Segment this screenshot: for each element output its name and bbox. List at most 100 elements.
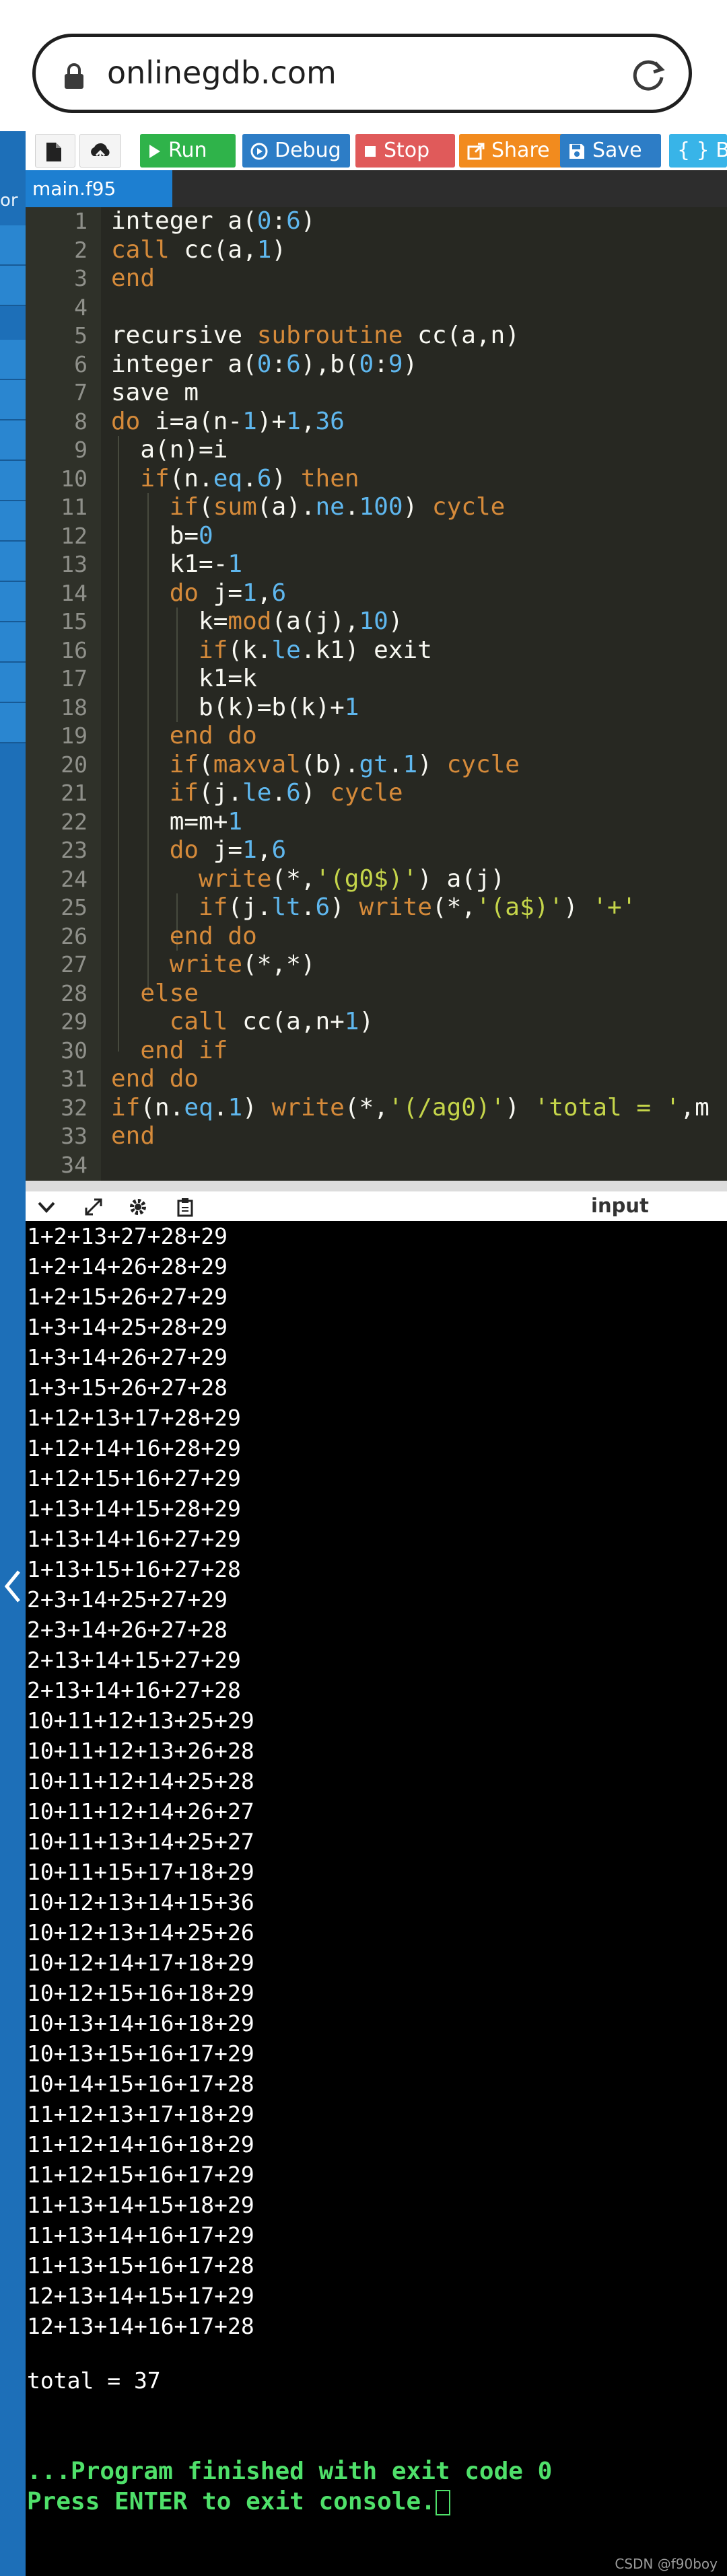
code-line[interactable]: if(n.eq.6) then [111,465,359,494]
lock-icon [65,63,83,89]
url-text[interactable]: onlinegdb.com [107,54,337,91]
code-line[interactable]: end do [111,922,257,951]
code-token: 0 [199,521,213,550]
run-button[interactable]: Run [140,134,236,168]
clipboard-icon[interactable] [175,1197,195,1217]
code-token: b= [111,521,199,550]
code-token: ) [563,893,593,921]
code-token: write [169,951,243,978]
sidebar-item[interactable] [0,225,26,266]
code-line[interactable]: if(k.le.k1) exit [111,636,432,665]
code-line[interactable]: if(maxval(b).gt.1) cycle [111,751,520,780]
code-token: 1 [256,235,272,264]
code-token: 36 [315,407,345,435]
code-line[interactable]: m=m+1 [111,808,242,837]
code-token: ne [315,493,345,521]
code-line[interactable]: do i=a(n-1)+1,36 [111,408,345,437]
chevron-left-icon[interactable] [1,1568,23,1605]
line-number: 22 [61,808,88,835]
sidebar-item[interactable] [0,542,26,582]
debug-button[interactable]: Debug [242,134,350,168]
code-line[interactable]: end do [111,722,257,751]
code-area[interactable]: integer a(0:6) call cc(a,1) end recursive s… [111,207,727,1181]
code-line[interactable]: integer a(0:6),b(0:9) [111,351,417,379]
sidebar-item[interactable] [0,622,26,663]
code-line[interactable]: b(k)=b(k)+1 [111,694,359,723]
code-token: k1=- [111,550,228,578]
stop-button[interactable]: Stop [355,134,455,168]
sidebar-item[interactable] [0,703,26,743]
input-tab-label[interactable]: input [591,1194,649,1217]
code-line[interactable]: a(n)=i [111,436,228,465]
sidebar-item[interactable] [0,582,26,622]
reload-icon[interactable] [628,54,668,95]
code-token: 6 [271,579,287,607]
code-line[interactable]: if(j.lt.6) write(*,'(a$)') '+' [111,893,636,922]
code-line[interactable]: write(*,*) [111,951,316,980]
console-output-line: 11+13+14+16+17+29 [27,2222,254,2248]
chevron-down-icon[interactable] [36,1197,57,1217]
line-number: 32 [61,1094,88,1121]
code-token: cc(a,n+ [228,1008,345,1035]
sidebar-item[interactable] [0,663,26,703]
expand-icon[interactable] [83,1197,104,1217]
line-number: 11 [61,494,88,520]
code-line[interactable]: end [111,264,155,293]
code-editor[interactable]: main.f95 1 2 3 4 5 6 7 8 9 10 11 12 13 14 15 16 17 18 19 20… [26,170,727,1181]
upload-button[interactable] [79,134,121,168]
code-token: . [344,493,359,521]
sidebar-item[interactable] [0,501,26,542]
code-line[interactable]: recursive subroutine cc(a,n) [111,322,520,351]
code-line[interactable]: do j=1,6 [111,836,286,865]
code-line[interactable]: call cc(a,1) [111,236,286,265]
code-line[interactable]: if(sum(a).ne.100) cycle [111,493,506,522]
code-line[interactable]: end if [111,1037,228,1066]
panel-splitter[interactable] [26,1181,727,1191]
sidebar-item[interactable] [0,340,26,380]
code-token: . [271,779,287,807]
code-line[interactable]: k1=-1 [111,550,242,579]
code-line[interactable]: else [111,980,199,1008]
code-token: '(g0$)' [315,864,418,893]
gear-icon[interactable] [128,1197,148,1217]
code-token: sum [213,493,257,521]
code-line[interactable]: b=0 [111,522,213,551]
console-cursor[interactable] [435,2490,450,2515]
code-line[interactable]: integer a(0:6) [111,207,316,236]
code-token: write [271,1093,345,1121]
code-token: ) [300,779,331,807]
line-number: 2 [74,236,88,263]
sidebar-item[interactable] [0,461,26,501]
save-button[interactable]: Save [560,134,661,168]
line-number: 14 [61,579,88,606]
sidebar-item[interactable] [0,380,26,420]
code-line[interactable]: save m [111,379,199,408]
tab-main-f95[interactable]: main.f95 [26,170,172,207]
stop-label: Stop [384,139,430,162]
file-tab-bar: main.f95 [26,170,727,207]
code-token: if [199,636,228,664]
code-line[interactable]: end [111,1122,155,1151]
console-output-line: 11+12+14+16+18+29 [27,2131,254,2158]
code-line[interactable]: k1=k [111,665,257,694]
beautify-button[interactable]: { } Bea [669,134,727,168]
code-line[interactable]: end do [111,1065,199,1094]
code-line[interactable]: if(j.le.6) cycle [111,779,403,808]
new-file-button[interactable] [35,134,75,168]
code-line[interactable]: do j=1,6 [111,579,286,608]
code-line[interactable]: write(*,'(g0$)') a(j) [111,865,505,894]
code-line[interactable]: if(n.eq.1) write(*,'(/ag0)') 'total = ',… [111,1094,709,1123]
console-output-line: 2+13+14+15+27+29 [27,1647,241,1673]
sidebar-item[interactable] [0,420,26,461]
sidebar-item[interactable] [0,266,26,306]
code-line[interactable]: k=mod(a(j),10) [111,608,403,636]
console-finish-line: ...Program finished with exit code 0 [27,2458,553,2485]
address-bar[interactable]: onlinegdb.com [32,34,692,113]
code-line[interactable]: call cc(a,n+1) [111,1008,374,1037]
console-output[interactable]: total = 37 ...Program finished with exit… [26,1221,727,2576]
code-token: 1 [228,550,243,578]
left-sidebar[interactable]: or [0,131,26,2576]
code-token: '(a$)' [475,893,563,921]
line-number: 6 [74,351,88,377]
